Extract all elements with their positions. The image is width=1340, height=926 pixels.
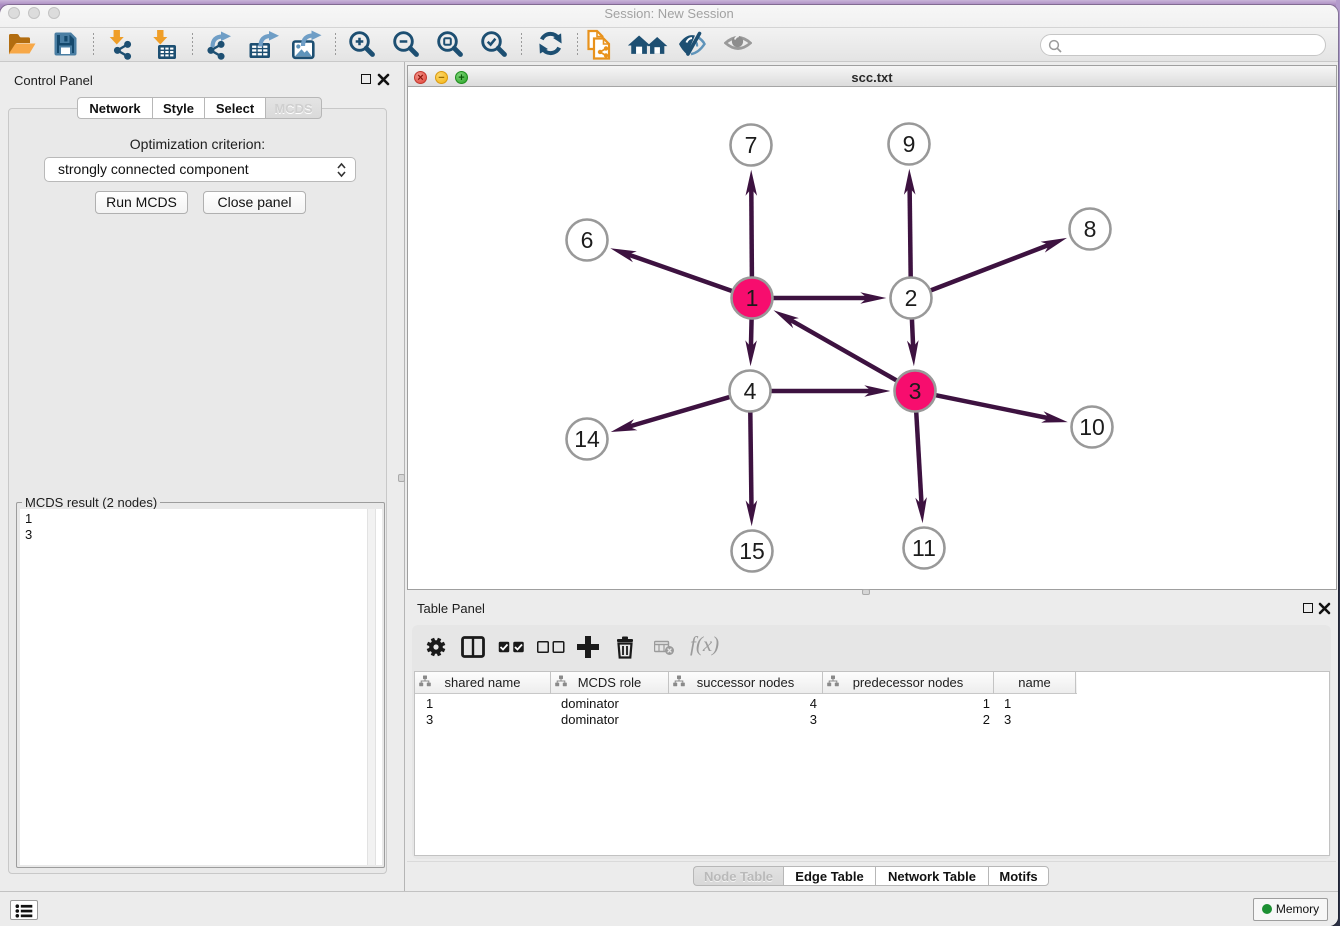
svg-text:4: 4 (744, 378, 757, 404)
svg-text:8: 8 (1084, 216, 1097, 242)
svg-text:10: 10 (1079, 414, 1105, 440)
svg-text:6: 6 (581, 227, 594, 253)
svg-text:3: 3 (909, 378, 922, 404)
svg-text:15: 15 (739, 538, 765, 564)
svg-text:9: 9 (903, 131, 916, 157)
svg-text:11: 11 (912, 535, 936, 561)
svg-text:2: 2 (905, 285, 918, 311)
svg-text:14: 14 (574, 426, 600, 452)
svg-text:7: 7 (745, 132, 758, 158)
svg-text:1: 1 (746, 285, 759, 311)
